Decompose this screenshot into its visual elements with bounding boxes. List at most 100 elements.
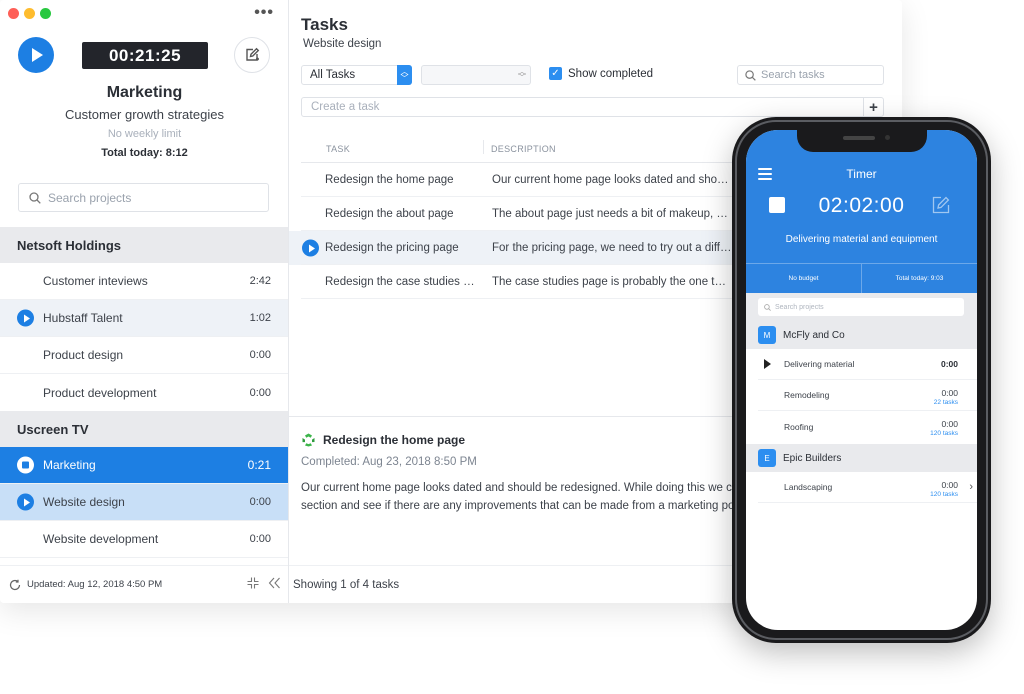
add-note-button[interactable] — [234, 37, 270, 73]
task-detail-title: Redesign the home page — [301, 433, 465, 447]
column-header-task[interactable]: TASK — [326, 144, 350, 154]
project-item-selected[interactable]: Website design 0:00 — [0, 484, 288, 521]
project-item-active[interactable]: Marketing 0:21 — [0, 447, 288, 484]
minimize-window-button[interactable] — [24, 8, 35, 19]
collapse-sidebar-icon[interactable] — [268, 577, 281, 589]
more-options-icon[interactable]: ••• — [254, 4, 274, 22]
show-completed-label: Show completed — [568, 67, 654, 80]
mobile-screen: Timer 02:02:00 Delivering material and e… — [746, 130, 977, 630]
project-item[interactable]: Hubstaff Talent 1:02 — [0, 300, 288, 337]
budget-stat: No budget — [746, 264, 862, 293]
project-time: 0:00 — [249, 386, 271, 399]
play-icon[interactable] — [17, 493, 34, 511]
project-name: Remodeling — [784, 390, 830, 400]
task-filter-value: All Tasks — [310, 69, 356, 81]
project-item[interactable]: Website development 0:00 — [0, 521, 288, 558]
add-task-button[interactable]: + — [863, 97, 884, 117]
play-icon[interactable] — [302, 239, 319, 257]
mobile-project-item[interactable]: Roofing 0:00 120 tasks — [758, 411, 977, 442]
sidebar: ••• 00:21:25 Marketing Customer growth s… — [0, 0, 289, 603]
project-name: Roofing — [784, 421, 814, 432]
project-time: 2:42 — [249, 275, 271, 287]
search-projects-field[interactable] — [18, 183, 269, 212]
task-description: The case studies page is probably the on… — [492, 276, 732, 288]
task-completed-date: Completed: Aug 23, 2018 8:50 PM — [301, 456, 477, 468]
compact-view-icon[interactable] — [247, 577, 259, 589]
mobile-timer-header: Timer 02:02:00 Delivering material and e… — [746, 130, 977, 293]
client-badge: M — [758, 326, 776, 344]
start-timer-button[interactable] — [18, 37, 54, 73]
mobile-device: Timer 02:02:00 Delivering material and e… — [732, 117, 991, 643]
timer-display: 00:21:25 — [82, 42, 208, 69]
task-description: Our current home page looks dated and sh… — [492, 174, 732, 186]
search-tasks-field[interactable] — [737, 65, 884, 85]
search-projects-input[interactable] — [48, 190, 248, 205]
edit-icon — [246, 47, 260, 61]
column-divider — [483, 140, 484, 154]
chevron-right-icon[interactable]: › — [969, 481, 973, 493]
project-time: 0:00 — [941, 419, 958, 429]
project-list: Netsoft Holdings Customer inteviews 2:42… — [0, 227, 288, 558]
edit-icon[interactable] — [932, 196, 950, 214]
project-item[interactable]: Customer inteviews 2:42 — [0, 263, 288, 300]
task-description: The about page just needs a bit of makeu… — [492, 208, 732, 220]
mobile-group-header: E Epic Builders — [746, 444, 977, 472]
completed-task-icon — [302, 433, 315, 447]
stop-icon[interactable] — [17, 456, 34, 474]
mobile-title: Timer — [846, 167, 877, 181]
search-icon — [745, 69, 756, 81]
task-name: Redesign the home page — [325, 174, 454, 186]
column-header-description[interactable]: DESCRIPTION — [491, 144, 556, 154]
play-icon[interactable] — [17, 309, 34, 327]
select-stepper-icon: ︿ ﹀ — [397, 65, 412, 85]
project-name: Landscaping — [784, 482, 833, 492]
page-subtitle: Website design — [303, 38, 382, 50]
zoom-window-button[interactable] — [40, 8, 51, 19]
total-today: Total today: 8:12 — [101, 147, 188, 159]
stage: ••• 00:21:25 Marketing Customer growth s… — [0, 0, 1024, 694]
client-name: McFly and Co — [783, 329, 845, 341]
task-count[interactable]: 22 tasks — [934, 399, 958, 406]
client-badge: E — [758, 449, 776, 467]
mobile-search-projects-field[interactable]: Search projects — [758, 298, 964, 316]
close-window-button[interactable] — [8, 8, 19, 19]
project-name: Product development — [43, 385, 157, 400]
show-completed-checkbox[interactable]: ✓ — [549, 67, 562, 80]
mobile-task-description: Delivering material and equipment — [785, 234, 938, 245]
project-name: Product design — [43, 348, 124, 362]
create-task-field[interactable] — [301, 97, 864, 117]
mobile-project-item[interactable]: Landscaping 0:00 120 tasks › — [758, 472, 977, 503]
mobile-project-item[interactable]: Remodeling 0:00 22 tasks — [758, 380, 977, 411]
mobile-search-bar: Search projects — [746, 293, 977, 321]
current-project-title: Marketing — [106, 84, 183, 101]
search-tasks-input[interactable] — [761, 69, 876, 81]
description-line: section and see if there are any improve… — [301, 500, 741, 512]
task-count[interactable]: 120 tasks — [930, 491, 958, 498]
project-name: Website development — [43, 532, 159, 546]
project-time: 0:21 — [247, 458, 271, 472]
mobile-group-header: M McFly and Co — [746, 321, 977, 349]
task-name: Redesign the case studies page — [325, 276, 480, 288]
task-name: Redesign the pricing page — [325, 242, 459, 254]
project-time: 0:00 — [249, 496, 271, 508]
project-item[interactable]: Product development 0:00 — [0, 374, 288, 411]
mobile-project-item[interactable]: Delivering material 0:00 — [758, 349, 977, 380]
create-task-input[interactable] — [311, 101, 851, 113]
search-icon — [764, 303, 771, 311]
play-icon[interactable] — [764, 359, 771, 369]
task-count[interactable]: 120 tasks — [930, 430, 958, 437]
client-name: Epic Builders — [783, 452, 842, 464]
project-time: 0:00 — [941, 480, 958, 490]
show-completed-toggle[interactable]: ✓ Show completed — [549, 67, 653, 80]
secondary-filter-select[interactable]: ︿ ﹀ — [421, 65, 531, 85]
refresh-icon[interactable] — [9, 579, 21, 591]
project-name: Customer inteviews — [43, 274, 148, 288]
project-time: 0:00 — [940, 359, 958, 369]
project-item[interactable]: Product design 0:00 — [0, 337, 288, 374]
page-title: Tasks — [301, 15, 348, 34]
task-description: For the pricing page, we need to try out… — [492, 242, 732, 254]
search-placeholder: Search projects — [775, 303, 824, 311]
task-filter-select[interactable]: All Tasks ︿ ﹀ — [301, 65, 412, 85]
select-stepper-icon: ︿ ﹀ — [518, 67, 526, 82]
task-detail-description: Our current home page looks dated and sh… — [301, 479, 741, 515]
